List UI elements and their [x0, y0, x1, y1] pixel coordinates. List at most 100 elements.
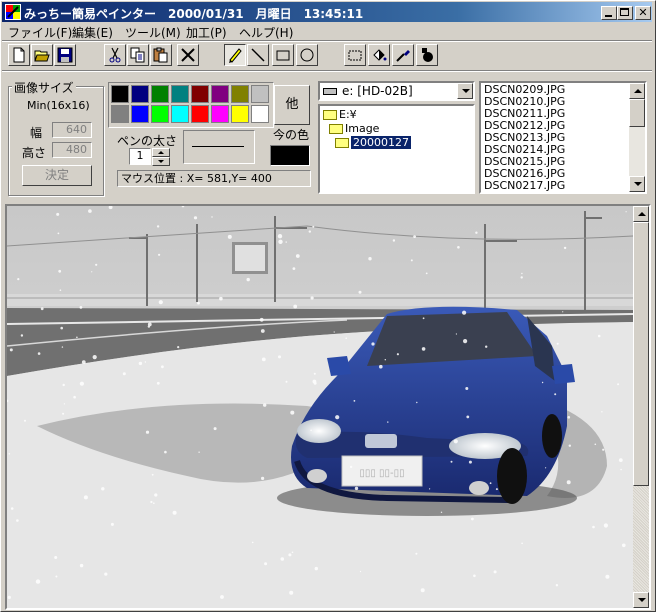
minimize-button[interactable] — [601, 6, 617, 20]
snowflake — [379, 364, 383, 369]
palette-swatch[interactable] — [131, 85, 149, 103]
file-list[interactable]: DSCN0209.JPG DSCN0210.JPG DSCN0211.JPG DSCN… — [479, 81, 647, 194]
delete-button[interactable] — [177, 44, 199, 66]
new-file-button[interactable] — [8, 44, 30, 66]
snowflake — [150, 500, 153, 504]
open-button[interactable] — [31, 44, 53, 66]
pen-thickness-down-button[interactable] — [152, 157, 170, 166]
drive-dropdown-button[interactable] — [457, 83, 473, 99]
ellipse-tool-button[interactable] — [296, 44, 318, 66]
pen-thickness-field[interactable]: 1 — [129, 148, 151, 165]
chevron-up-icon — [638, 212, 646, 216]
drive-icon — [323, 88, 337, 95]
eyedropper-tool-button[interactable] — [392, 44, 414, 66]
image-canvas[interactable]: ▯▯▯ ▯▯-▯▯ — [7, 206, 633, 608]
snowflake — [158, 253, 161, 256]
select-rect-tool-button[interactable] — [344, 44, 366, 66]
scroll-down-button[interactable] — [629, 176, 645, 192]
menu-help[interactable]: ヘルプ(H) — [239, 24, 293, 41]
mouse-position-status: マウス位置 : X= 581,Y= 400 — [117, 170, 311, 187]
title-bar[interactable]: みっちー簡易ペインター 2000/01/31 月曜日 13:45:11 ✕ — [2, 2, 652, 22]
new-file-icon — [13, 47, 25, 63]
snowflake — [396, 353, 399, 356]
snowflake — [10, 507, 14, 510]
snowflake — [333, 331, 335, 333]
cut-button[interactable] — [104, 44, 126, 66]
palette-swatch[interactable] — [131, 105, 149, 123]
paste-button[interactable] — [150, 44, 172, 66]
snowflake — [292, 267, 296, 270]
file-list-scrollbar[interactable] — [629, 83, 645, 192]
spray-tool-button[interactable] — [416, 44, 438, 66]
palette-swatch[interactable] — [151, 105, 169, 123]
snowflake — [566, 480, 571, 485]
menu-file[interactable]: ファイル(F) — [8, 24, 72, 41]
copy-button[interactable] — [127, 44, 149, 66]
snowflake — [425, 272, 428, 275]
snowflake — [122, 372, 126, 376]
folder-item[interactable]: E:¥ — [323, 108, 357, 121]
palette-swatch[interactable] — [211, 105, 229, 123]
canvas-scroll-down-button[interactable] — [633, 592, 649, 608]
snowflake — [58, 269, 62, 273]
snowflake — [62, 383, 65, 387]
snowflake — [475, 231, 478, 234]
palette-swatch[interactable] — [231, 105, 249, 123]
snowflake — [8, 453, 11, 455]
pen-thickness-up-button[interactable] — [152, 148, 170, 157]
canvas-scroll-up-button[interactable] — [633, 206, 649, 222]
palette-swatch[interactable] — [151, 85, 169, 103]
snowflake — [101, 487, 105, 491]
palette-swatch[interactable] — [171, 85, 189, 103]
line-tool-button[interactable] — [247, 44, 269, 66]
snowflake — [429, 488, 431, 490]
snowflake — [285, 380, 288, 383]
snowflake — [345, 337, 348, 339]
drive-combobox[interactable]: e: [HD-02B] — [318, 81, 475, 101]
palette-swatch[interactable] — [251, 85, 269, 103]
snowflake — [172, 510, 177, 515]
file-item[interactable]: DSCN0217.JPG — [484, 180, 565, 192]
canvas-scroll-thumb[interactable] — [633, 222, 649, 486]
palette-swatch[interactable] — [211, 85, 229, 103]
palette-swatch[interactable] — [111, 105, 129, 123]
save-button[interactable] — [54, 44, 76, 66]
palette-swatch[interactable] — [111, 85, 129, 103]
palette-swatch[interactable] — [171, 105, 189, 123]
snowflake — [354, 486, 359, 491]
scroll-thumb[interactable] — [629, 99, 645, 127]
apply-size-button[interactable]: 決定 — [22, 165, 92, 186]
folder-list[interactable]: E:¥ Image 20000127 — [318, 104, 475, 194]
palette-swatch[interactable] — [191, 105, 209, 123]
canvas-vertical-scrollbar[interactable] — [633, 206, 649, 608]
window-title: みっちー簡易ペインター 2000/01/31 月曜日 13:45:11 — [24, 7, 364, 21]
snowflake — [62, 412, 65, 415]
menu-edit[interactable]: 編集(E) — [72, 24, 113, 41]
snowflake — [177, 346, 180, 349]
snowflake — [468, 460, 472, 464]
palette-swatch[interactable] — [231, 85, 249, 103]
snowflake — [156, 225, 160, 228]
menu-tool[interactable]: ツール(M) — [125, 24, 181, 41]
palette-swatch[interactable] — [251, 105, 269, 123]
toolbar-separator — [2, 70, 652, 72]
other-colors-button[interactable]: 他 — [274, 85, 310, 125]
height-field[interactable]: 480 — [52, 142, 92, 158]
rectangle-tool-button[interactable] — [272, 44, 294, 66]
menu-process[interactable]: 加工(P) — [186, 24, 227, 41]
close-button[interactable]: ✕ — [635, 6, 651, 20]
maximize-button[interactable] — [617, 6, 633, 20]
snowflake — [79, 563, 84, 568]
snowflake — [154, 493, 158, 497]
folder-item[interactable]: Image — [329, 122, 379, 135]
chevron-down-icon — [634, 182, 642, 186]
scroll-up-button[interactable] — [629, 83, 645, 99]
folder-item[interactable]: 20000127 — [335, 136, 411, 149]
snowflake — [35, 579, 41, 584]
palette-swatch[interactable] — [191, 85, 209, 103]
snowflake — [197, 301, 200, 305]
folder-label: 20000127 — [351, 136, 411, 149]
width-field[interactable]: 640 — [52, 122, 92, 138]
fill-tool-button[interactable] — [368, 44, 390, 66]
pencil-tool-button[interactable] — [224, 44, 246, 66]
